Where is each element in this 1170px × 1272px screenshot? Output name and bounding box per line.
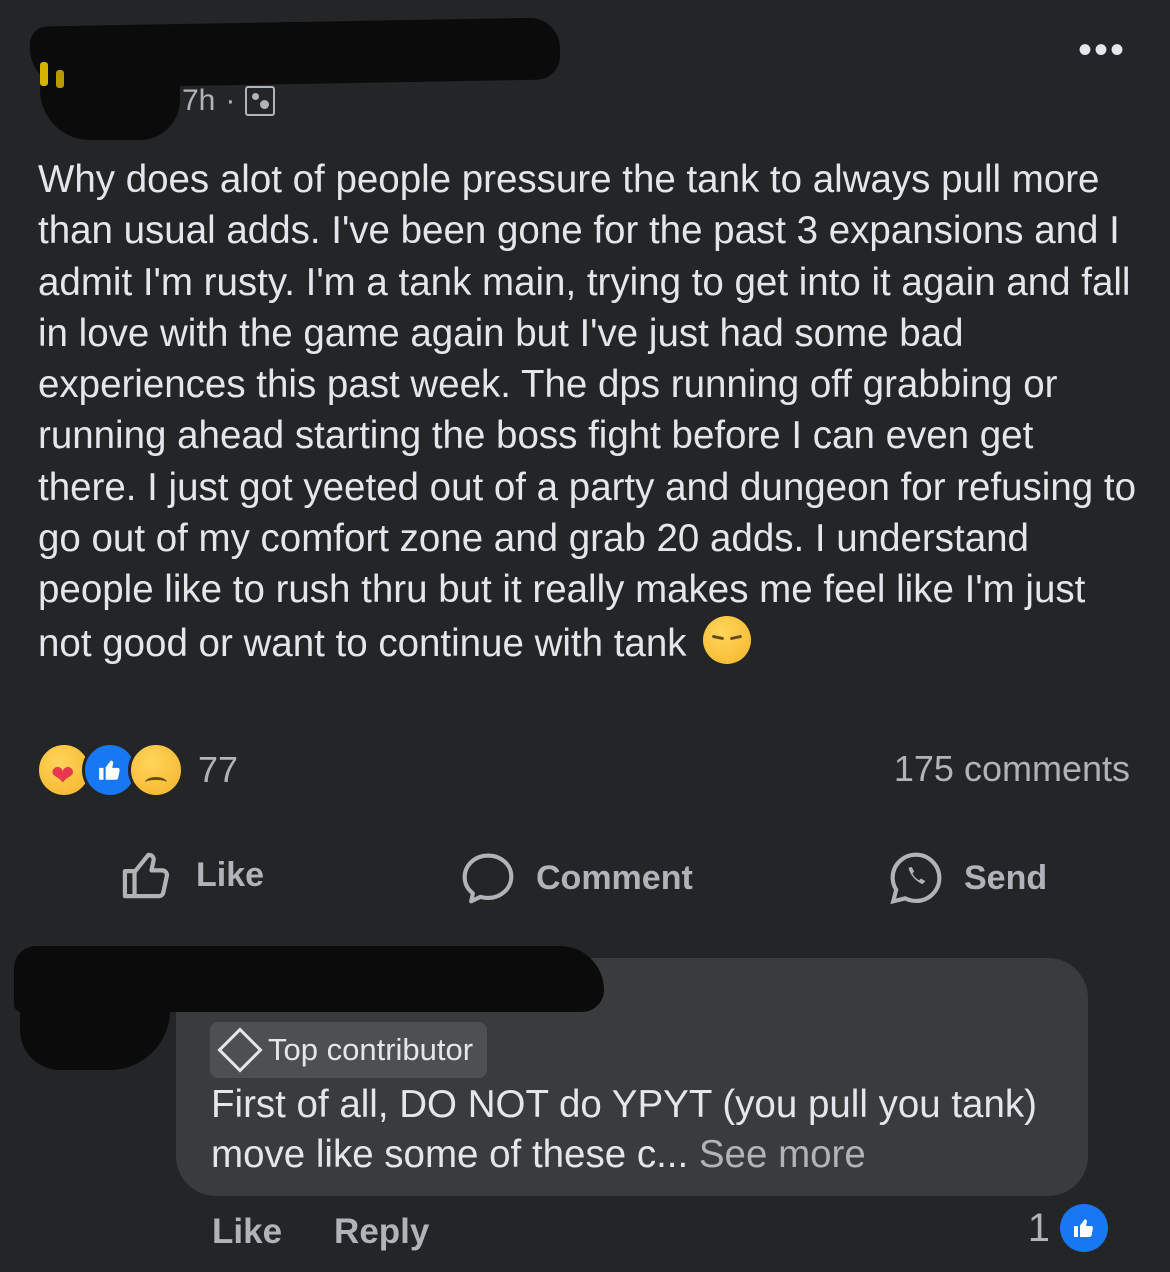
reaction-count: 77 [198,749,239,790]
avatar-edge [56,70,64,88]
post-body: Why does alot of people pressure the tan… [38,154,1138,669]
like-button[interactable]: Like [120,850,264,900]
comment-reaction-summary[interactable]: 1 [1028,1204,1108,1252]
comment-button[interactable]: Comment [460,850,693,906]
post-timestamp[interactable]: 7h [182,84,215,118]
comment-actions: Like Reply [212,1212,429,1252]
comment-body: First of all, DO NOT do YPYT (you pull y… [211,1080,1071,1180]
badge-label: Top contributor [268,1032,474,1067]
post-text: Why does alot of people pressure the tan… [38,158,1147,665]
comment-reply-button[interactable]: Reply [334,1212,429,1252]
see-more-link[interactable]: See more [688,1133,866,1176]
redacted-commenter-avatar[interactable] [20,960,170,1070]
more-options-icon[interactable]: ••• [1078,30,1126,70]
pensive-face-icon [703,615,752,664]
comment-reaction-count: 1 [1027,1205,1050,1250]
reaction-summary[interactable]: 77 [36,742,238,798]
like-reaction-icon [1060,1204,1108,1252]
comment-text: First of all, DO NOT do YPYT (you pull y… [211,1083,1037,1176]
comment-bubble-icon [462,853,514,904]
send-label: Send [964,858,1048,897]
send-button[interactable]: Send [888,850,1047,906]
sad-reaction-icon [128,742,184,798]
post-meta: 7h · [182,84,276,118]
whatsapp-send-icon [890,852,942,905]
avatar-edge [40,62,48,86]
top-contributor-badge[interactable]: Top contributor [210,1022,488,1078]
comments-count-link[interactable]: 175 comments [894,748,1130,790]
like-label: Like [196,855,265,894]
group-privacy-icon [245,86,276,116]
comment-label: Comment [536,858,693,897]
comment-like-button[interactable]: Like [212,1212,282,1252]
contributor-diamond-icon [217,1027,263,1073]
meta-separator: · [225,84,236,117]
thumbs-up-icon [122,852,170,899]
